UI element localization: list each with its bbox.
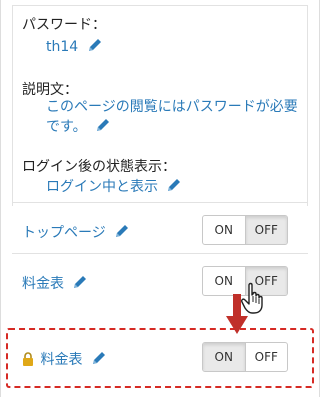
password-value-text: th14 (46, 39, 79, 55)
pencil-icon[interactable] (95, 117, 111, 133)
status-label: ログイン後の状態表示： (22, 159, 176, 175)
page-row-label[interactable]: 料金表 (22, 273, 88, 293)
visibility-toggle: ON OFF (202, 215, 288, 245)
status-value[interactable]: ログイン中と表示 (46, 176, 182, 196)
page-row-label[interactable]: トップページ (22, 222, 130, 242)
pencil-icon[interactable] (166, 177, 182, 193)
password-value[interactable]: th14 (46, 37, 103, 55)
toggle-off-button[interactable]: OFF (245, 216, 287, 244)
page-name: トップページ (22, 225, 106, 241)
toggle-on-button[interactable]: ON (203, 216, 245, 244)
page-name: 料金表 (22, 276, 64, 292)
pencil-icon[interactable] (114, 223, 130, 239)
description-value-text: です。 (46, 119, 87, 135)
highlight-annotation-box (6, 328, 314, 388)
description-value-line1[interactable]: このページの閲覧にはパスワードが必要 (46, 96, 298, 116)
pencil-icon[interactable] (87, 37, 103, 53)
hand-pointer-icon (241, 282, 263, 314)
description-value-line2[interactable]: です。 (46, 116, 111, 136)
status-value-text: ログイン中と表示 (46, 179, 158, 195)
pencil-icon[interactable] (72, 274, 88, 290)
toggle-on-button[interactable]: ON (203, 267, 245, 295)
password-label: パスワード： (22, 17, 106, 33)
page-row-top: トップページ ON OFF (12, 202, 308, 260)
